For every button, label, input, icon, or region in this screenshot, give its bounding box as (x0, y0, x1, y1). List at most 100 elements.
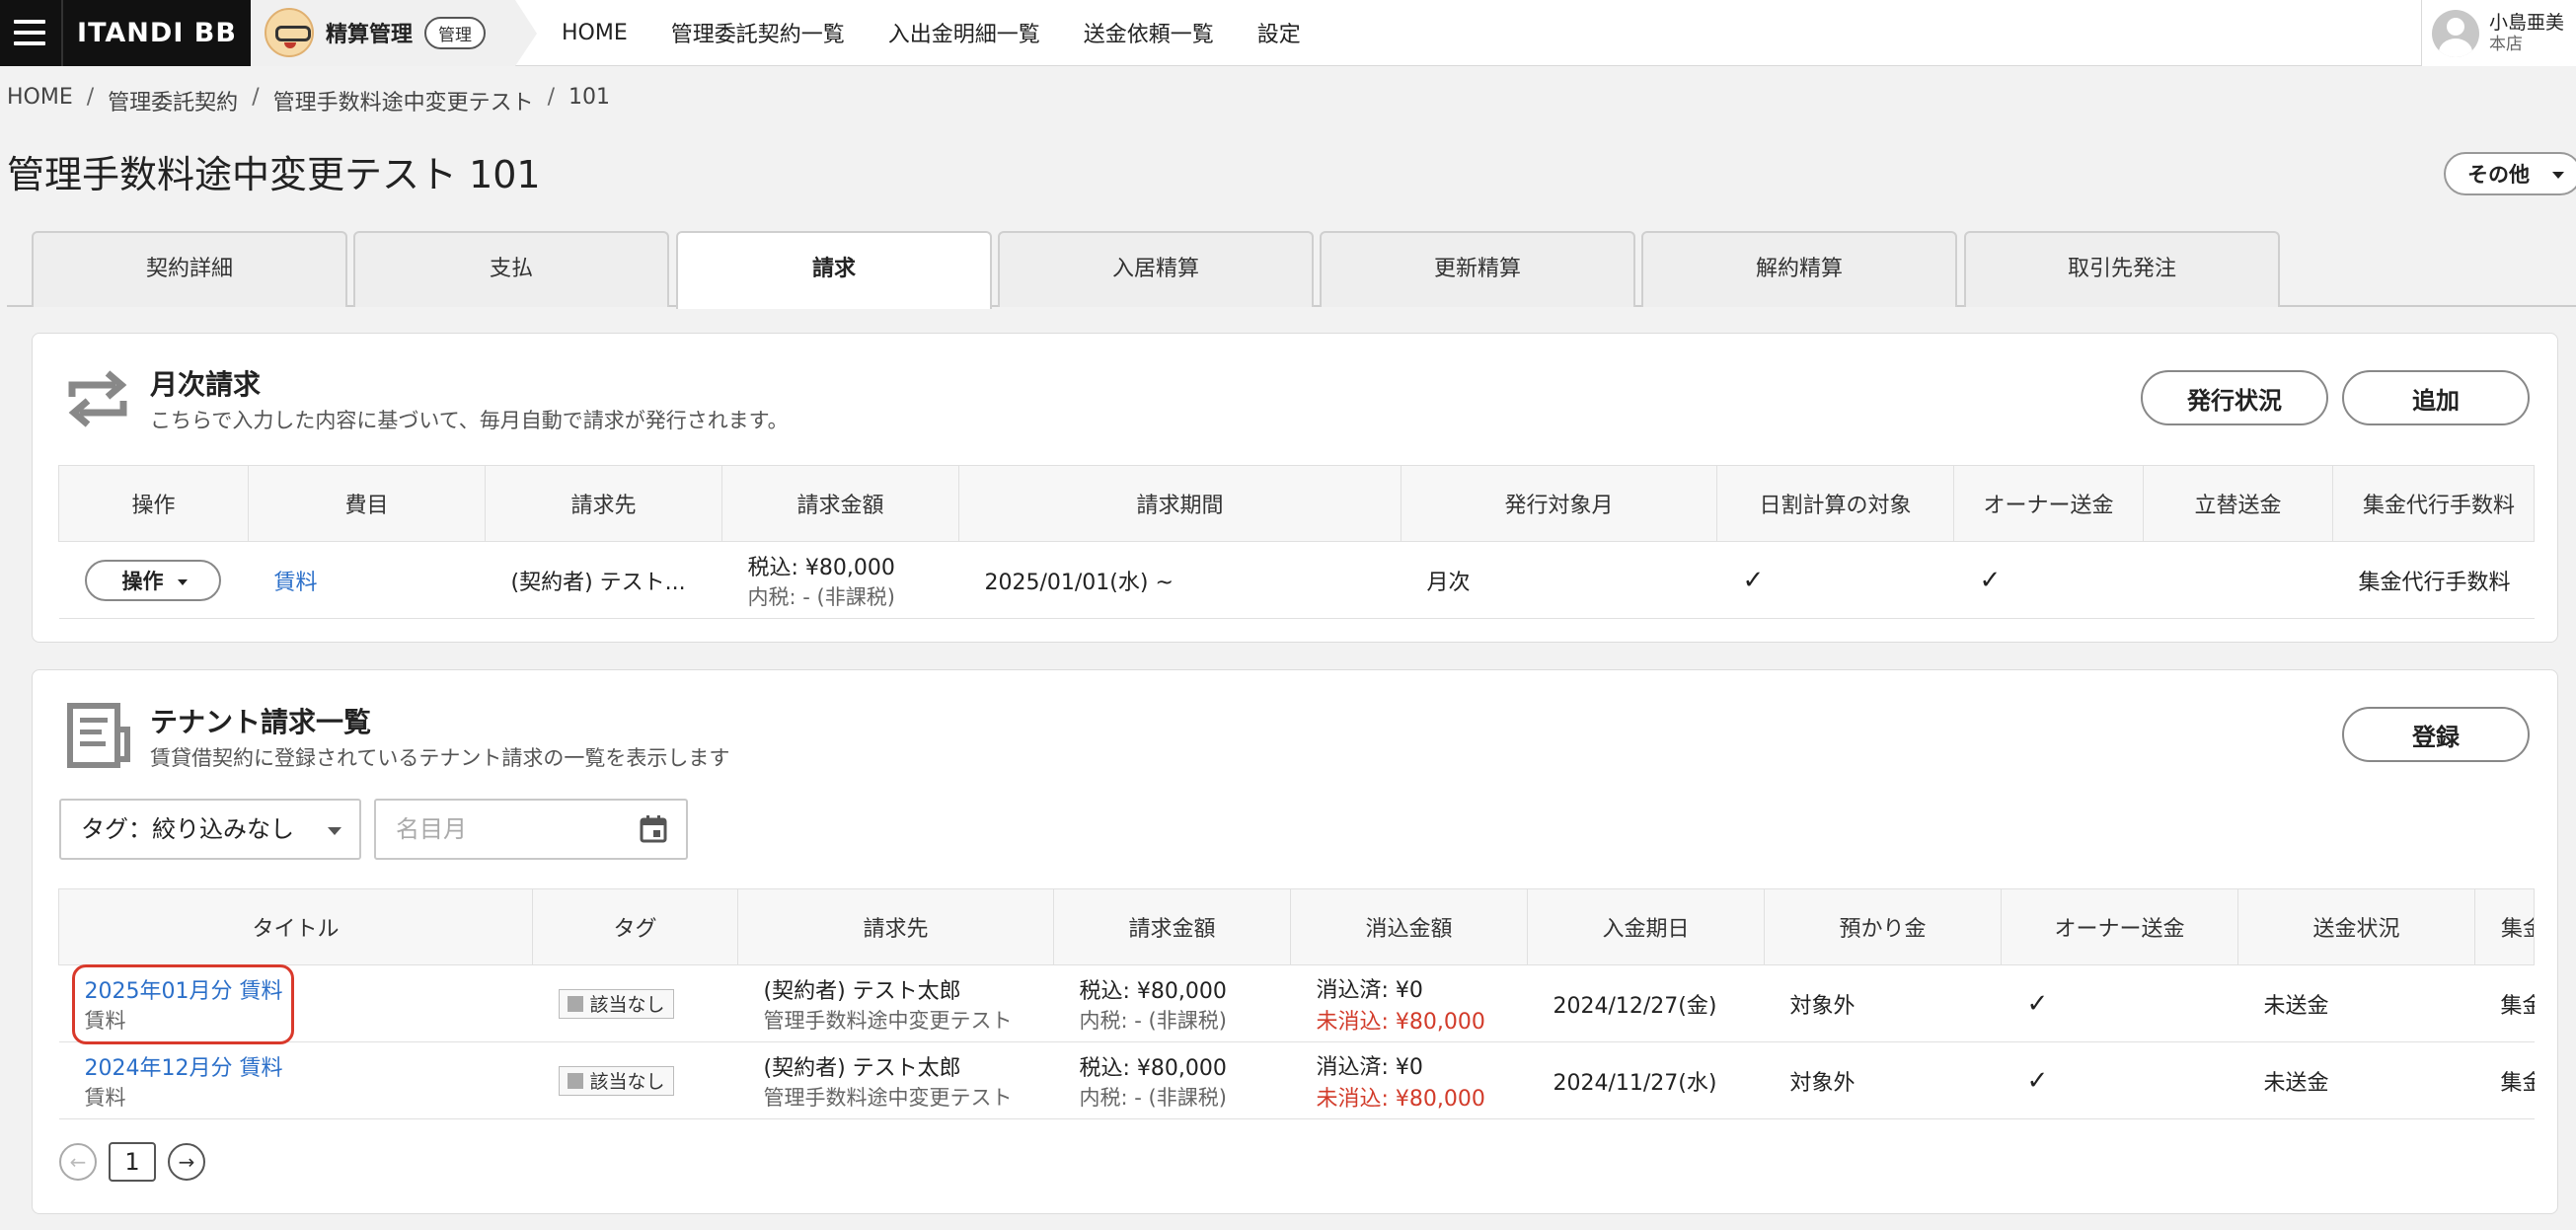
breadcrumb-separator: / (86, 85, 95, 110)
column-header: 立替送金 (2143, 465, 2333, 542)
tenant-bill-item: 賃料 (84, 1085, 126, 1110)
user-menu[interactable]: 小島亜美 本店 (2421, 0, 2576, 66)
tab-bar: 契約詳細 支払 請求 入居精算 更新精算 解約精算 取引先発注 (7, 231, 2576, 309)
monthly-billing-title: 月次請求 (150, 368, 262, 401)
column-header: 消込金額 (1290, 888, 1528, 965)
column-header: オーナー送金 (2001, 888, 2238, 965)
column-header: 費目 (248, 465, 486, 542)
tenant-billing-title: テナント請求一覧 (150, 706, 372, 738)
collection-fee: 集金 (2474, 964, 2535, 1042)
column-header: 日割計算の対象 (1716, 465, 1954, 542)
tenant-bill-title-link[interactable]: 2024年12月分 賃料 (85, 1050, 507, 1082)
tab-termination[interactable]: 解約精算 (1641, 231, 1957, 307)
tab-payments[interactable]: 支払 (353, 231, 669, 307)
caret-down-icon (328, 827, 341, 835)
tag-filter-select[interactable]: タグ：絞り込みなし (59, 799, 361, 860)
tenant-bill-payer: (契約者) テスト太郎 (763, 1055, 961, 1081)
cleared-amount: 消込済: ¥0 (1316, 1054, 1423, 1080)
breadcrumb: HOME / 管理委託契約 / 管理手数料途中変更テスト / 101 (7, 85, 610, 116)
deposit-status: 対象外 (1764, 964, 2002, 1042)
topnav-contracts[interactable]: 管理委託契約一覧 (671, 17, 845, 48)
billing-period: 2025/01/01(水) ~ (958, 541, 1402, 619)
tenant-bill-property: 管理手数料途中変更テスト (763, 1085, 1013, 1110)
breadcrumb-home[interactable]: HOME (7, 85, 73, 116)
column-header: 集金 (2474, 888, 2535, 965)
tag-chip: 該当なし (558, 1065, 674, 1096)
tenant-bill-property: 管理手数料途中変更テスト (763, 1008, 1013, 1033)
column-header: 請求金額 (1053, 888, 1291, 965)
column-header: 入金期日 (1527, 888, 1765, 965)
top-bar: ITANDI BB 精算管理 管理 HOME 管理委託契約一覧 入出金明細一覧 … (0, 0, 2576, 66)
row-operations-button[interactable]: 操作 (84, 559, 221, 601)
add-button[interactable]: 追加 (2342, 370, 2530, 425)
billing-item-link[interactable]: 賃料 (274, 571, 318, 595)
topnav-remittances[interactable]: 送金依頼一覧 (1084, 17, 1214, 48)
top-nav: HOME 管理委託契約一覧 入出金明細一覧 送金依頼一覧 設定 (562, 17, 1344, 48)
column-header: 発行対象月 (1401, 465, 1717, 542)
menu-icon[interactable] (0, 0, 61, 66)
topnav-transactions[interactable]: 入出金明細一覧 (888, 17, 1040, 48)
column-header: オーナー送金 (1953, 465, 2144, 542)
tenant-billing-description: 賃貸借契約に登録されているテナント請求の一覧を表示します (150, 746, 730, 770)
tab-vendor-orders[interactable]: 取引先発注 (1964, 231, 2280, 307)
table-row: 2024年12月分 賃料 賃料 該当なし (契約者) テスト太郎 管理手数料途中… (58, 1041, 2535, 1119)
remit-status: 未送金 (2237, 1041, 2475, 1119)
register-button[interactable]: 登録 (2342, 707, 2530, 762)
brand-logo[interactable]: ITANDI BB (61, 0, 251, 66)
issue-status-button[interactable]: 発行状況 (2141, 370, 2328, 425)
column-header: 請求先 (737, 888, 1054, 965)
column-header: 送金状況 (2237, 888, 2475, 965)
tab-contract-details[interactable]: 契約詳細 (32, 231, 347, 307)
tenant-bill-amount: 税込: ¥80,000 (1079, 978, 1227, 1004)
tag-color-swatch (567, 995, 583, 1012)
breadcrumb-current: 101 (568, 85, 611, 110)
row-operations-label: 操作 (121, 569, 164, 593)
monthly-billing-table: 操作 費目 請求先 請求金額 請求期間 発行対象月 日割計算の対象 オーナー送金… (58, 465, 2535, 619)
current-page[interactable]: 1 (109, 1142, 156, 1182)
payment-due-date: 2024/11/27(水) (1527, 1041, 1765, 1119)
module-badge: 管理 (424, 16, 487, 49)
billing-target-month: 月次 (1401, 541, 1717, 619)
table-row: 2025年01月分 賃料 賃料 該当なし (契約者) テスト太郎 管理手数料途中… (58, 964, 2535, 1042)
prorate-check-icon: ✓ (1742, 565, 1765, 595)
pagination: ← 1 → (59, 1142, 205, 1182)
remit-status: 未送金 (2237, 964, 2475, 1042)
mascot-icon (265, 8, 314, 57)
breadcrumb-contract[interactable]: 管理手数料途中変更テスト (273, 85, 534, 116)
collection-fee: 集金 (2474, 1041, 2535, 1119)
breadcrumb-contracts[interactable]: 管理委託契約 (108, 85, 238, 116)
tenant-bill-amount-tax: 内税: - (非課税) (1079, 1008, 1227, 1033)
column-header: 預かり金 (1764, 888, 2002, 965)
tag-label: 該当なし (589, 1071, 665, 1093)
table-row: 操作 賃料 (契約者) テスト... 税込: ¥80,000 内税: - (非課… (58, 541, 2535, 619)
column-header: 請求期間 (958, 465, 1402, 542)
topnav-settings[interactable]: 設定 (1257, 17, 1301, 48)
prev-page-icon[interactable]: ← (59, 1143, 97, 1181)
tenant-bill-payer: (契約者) テスト太郎 (763, 978, 961, 1004)
deposit-status: 対象外 (1764, 1041, 2002, 1119)
next-page-icon[interactable]: → (168, 1143, 205, 1181)
column-header: 請求先 (485, 465, 722, 542)
user-name: 小島亜美 (2489, 12, 2565, 34)
highlight-annotation (72, 964, 294, 1044)
cleared-amount: 消込済: ¥0 (1316, 977, 1423, 1003)
tenant-billing-panel: テナント請求一覧 賃貸借契約に登録されているテナント請求の一覧を表示します 登録… (32, 669, 2558, 1214)
topnav-home[interactable]: HOME (562, 21, 628, 45)
tab-renewal[interactable]: 更新精算 (1320, 231, 1635, 307)
caret-down-icon (177, 578, 188, 585)
tab-move-in[interactable]: 入居精算 (998, 231, 1314, 307)
other-menu-button[interactable]: その他 (2444, 152, 2576, 195)
column-header: 請求金額 (721, 465, 959, 542)
uncleared-amount: 未消込: ¥80,000 (1316, 1009, 1485, 1035)
document-icon (67, 703, 130, 768)
calendar-icon[interactable] (639, 814, 668, 844)
table-header-row: タイトル タグ 請求先 請求金額 消込金額 入金期日 預かり金 オーナー送金 送… (58, 888, 2535, 965)
column-header: 操作 (58, 465, 249, 542)
tenant-billing-table: タイトル タグ 請求先 請求金額 消込金額 入金期日 預かり金 オーナー送金 送… (58, 888, 2535, 1119)
column-header: タイトル (58, 888, 533, 965)
monthly-billing-description: こちらで入力した内容に基づいて、毎月自動で請求が発行されます。 (150, 409, 789, 432)
owner-remit-check-icon: ✓ (2026, 1065, 2049, 1096)
billing-amount: 税込: ¥80,000 (747, 555, 895, 580)
tab-billing[interactable]: 請求 (676, 231, 992, 309)
module-switcher[interactable]: 精算管理 管理 (251, 0, 537, 66)
